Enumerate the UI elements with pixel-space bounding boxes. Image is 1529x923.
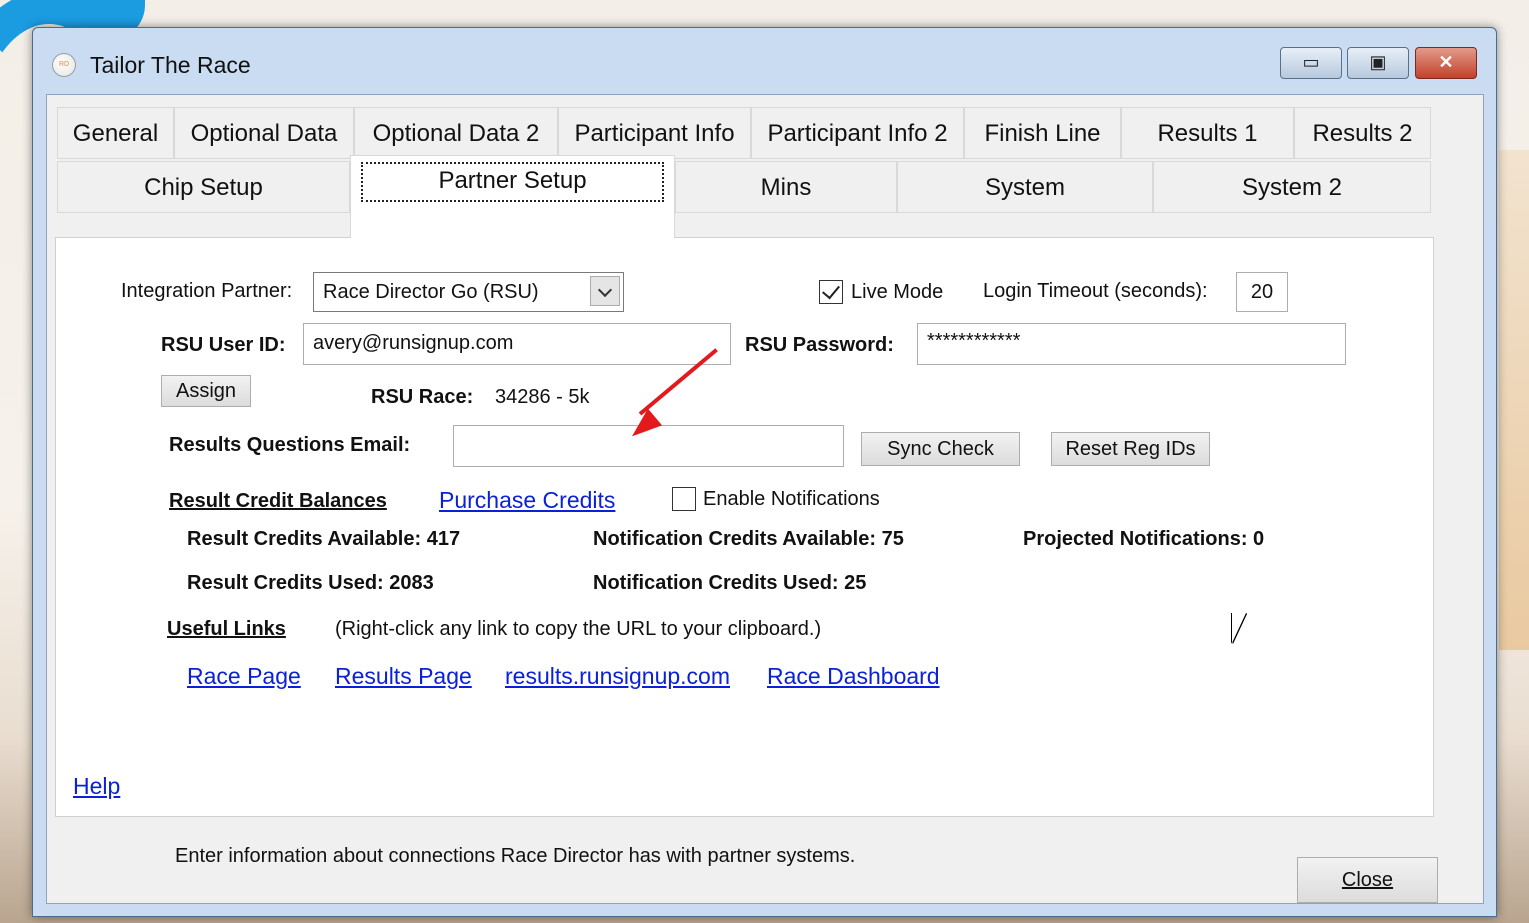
tab-system-2[interactable]: System 2 [1153, 161, 1431, 213]
background-edge [1499, 150, 1529, 650]
maximize-button[interactable]: ▣ [1347, 47, 1409, 79]
projected-notifications: Projected Notifications: 0 [1023, 528, 1265, 550]
rsu-password-label: RSU Password: [745, 334, 894, 356]
login-timeout-input[interactable]: 20 [1236, 272, 1288, 312]
rsu-user-id-label: RSU User ID: [161, 334, 286, 356]
enable-notifications-label: Enable Notifications [703, 488, 880, 510]
live-mode-checkbox[interactable] [819, 280, 843, 304]
integration-partner-value: Race Director Go (RSU) [323, 281, 539, 303]
enable-notifications-checkbox[interactable] [672, 487, 696, 511]
tab-mins[interactable]: Mins [675, 161, 897, 213]
window-title: Tailor The Race [90, 52, 251, 78]
dialog-client-area: General Optional Data Optional Data 2 Pa… [46, 94, 1484, 904]
purchase-credits-link[interactable]: Purchase Credits [439, 487, 615, 514]
rsu-password-input[interactable]: ************ [917, 323, 1346, 365]
race-page-link[interactable]: Race Page [187, 663, 301, 690]
sync-check-button[interactable]: Sync Check [861, 432, 1020, 466]
tab-system[interactable]: System [897, 161, 1153, 213]
close-button[interactable]: Close [1297, 857, 1438, 903]
useful-links-hint: (Right-click any link to copy the URL to… [335, 618, 822, 640]
rsu-race-label: RSU Race: [371, 386, 474, 408]
tab-finish-line[interactable]: Finish Line [964, 107, 1121, 159]
integration-partner-select[interactable]: Race Director Go (RSU) [313, 272, 624, 312]
footer-description: Enter information about connections Race… [175, 845, 856, 867]
result-credits-available: Result Credits Available: 417 [187, 528, 461, 550]
result-credits-used: Result Credits Used: 2083 [187, 572, 434, 594]
tailor-the-race-window: RD Tailor The Race ▭ ▣ ✕ General Optiona… [32, 27, 1497, 917]
tab-participant-info-2[interactable]: Participant Info 2 [751, 107, 964, 159]
rsu-user-id-input[interactable]: avery@runsignup.com [303, 323, 731, 365]
tab-chip-setup[interactable]: Chip Setup [57, 161, 350, 213]
help-link[interactable]: Help [73, 773, 120, 800]
tab-results-2[interactable]: Results 2 [1294, 107, 1431, 159]
tab-participant-info[interactable]: Participant Info [558, 107, 751, 159]
results-questions-email-label: Results Questions Email: [169, 434, 411, 456]
results-runsignup-link[interactable]: results.runsignup.com [505, 663, 730, 690]
tab-results-1[interactable]: Results 1 [1121, 107, 1294, 159]
race-dashboard-link[interactable]: Race Dashboard [767, 663, 940, 690]
tab-partner-setup[interactable]: Partner Setup [350, 155, 675, 238]
notification-credits-available: Notification Credits Available: 75 [593, 528, 904, 550]
live-mode-label: Live Mode [851, 281, 944, 303]
rsu-race-value: 34286 - 5k [495, 386, 590, 408]
mouse-cursor-icon [1232, 613, 1246, 643]
chevron-down-icon[interactable] [590, 276, 620, 306]
app-icon: RD [52, 53, 76, 77]
integration-partner-label: Integration Partner: [121, 280, 293, 302]
minimize-button[interactable]: ▭ [1280, 47, 1342, 79]
tab-partner-setup-label: Partner Setup [361, 162, 664, 202]
result-credit-balances-heading: Result Credit Balances [169, 490, 387, 512]
notification-credits-used: Notification Credits Used: 25 [593, 572, 867, 594]
reset-reg-ids-button[interactable]: Reset Reg IDs [1051, 432, 1210, 466]
assign-button[interactable]: Assign [161, 375, 251, 407]
close-window-button[interactable]: ✕ [1415, 47, 1477, 79]
partner-setup-panel: Integration Partner: Race Director Go (R… [55, 237, 1434, 817]
tab-optional-data-2[interactable]: Optional Data 2 [354, 107, 558, 159]
tab-general[interactable]: General [57, 107, 174, 159]
useful-links-heading: Useful Links [167, 618, 286, 640]
tab-optional-data[interactable]: Optional Data [174, 107, 354, 159]
title-bar[interactable]: RD Tailor The Race ▭ ▣ ✕ [33, 28, 1496, 94]
login-timeout-label: Login Timeout (seconds): [983, 280, 1208, 302]
results-page-link[interactable]: Results Page [335, 663, 472, 690]
